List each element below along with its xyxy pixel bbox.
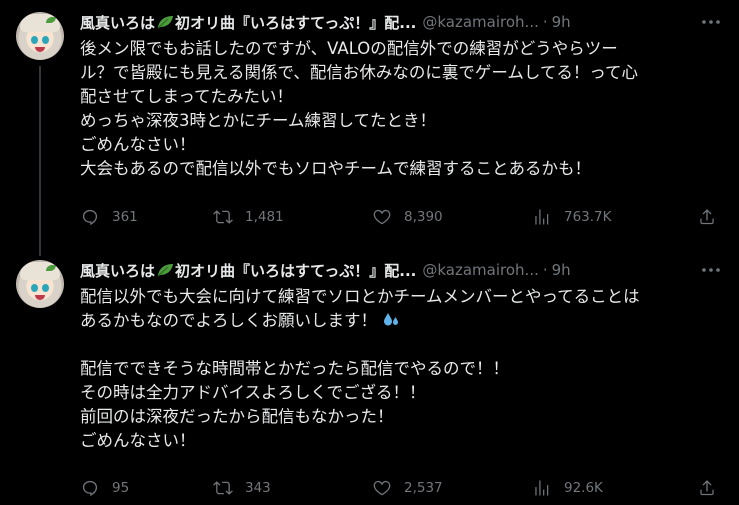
leaf-icon — [157, 16, 174, 29]
retweet-icon — [213, 210, 233, 224]
reply-icon — [82, 209, 98, 226]
display-name-suffix[interactable]: 初オリ曲『いろはすてっぷ！』配... — [175, 260, 416, 281]
avatar[interactable] — [16, 260, 64, 308]
share-icon — [700, 209, 714, 225]
separator-dot: · — [542, 261, 548, 279]
reply-button[interactable]: 361 — [80, 206, 138, 228]
like-button[interactable]: 8,390 — [372, 206, 443, 228]
timestamp[interactable]: 9h — [552, 261, 571, 279]
display-name[interactable]: 風真いろは — [80, 260, 155, 281]
retweet-button[interactable]: 343 — [213, 477, 271, 499]
tweet-text: 配信以外でも大会に向けて練習でソロとかチームメンバーとやってることは あるかもな… — [80, 285, 720, 453]
views-button[interactable]: 763.7K — [532, 206, 612, 228]
display-name[interactable]: 風真いろは — [80, 12, 155, 33]
tweet-header: 風真いろは 初オリ曲『いろはすてっぷ！』配... @kazamairoh... … — [80, 12, 720, 32]
share-icon — [700, 480, 714, 496]
views-chart-icon — [535, 480, 549, 496]
retweet-icon — [213, 481, 233, 495]
sweat-droplets-icon — [384, 313, 399, 326]
views-count: 92.6K — [564, 480, 603, 496]
retweet-count: 343 — [245, 480, 271, 496]
user-handle[interactable]: @kazamairoh... — [422, 13, 538, 31]
like-button[interactable]: 2,537 — [372, 477, 443, 499]
reply-button[interactable]: 95 — [80, 477, 129, 499]
leaf-icon — [157, 264, 174, 277]
avatar[interactable] — [16, 12, 64, 60]
retweet-button[interactable]: 1,481 — [213, 206, 284, 228]
like-count: 2,537 — [404, 480, 443, 496]
tweet[interactable]: 風真いろは 初オリ曲『いろはすてっぷ！』配... @kazamairoh... … — [0, 248, 739, 505]
thread-connector-line — [39, 66, 41, 256]
views-button[interactable]: 92.6K — [532, 477, 603, 499]
like-count: 8,390 — [404, 209, 443, 225]
tweet-actions: 95 343 2,537 92.6K — [80, 477, 725, 499]
reply-icon — [82, 480, 98, 497]
share-button[interactable] — [697, 206, 717, 228]
reply-count: 361 — [112, 209, 138, 225]
tweet-actions: 361 1,481 8,390 763.7K — [80, 206, 725, 228]
separator-dot: · — [542, 13, 548, 31]
share-button[interactable] — [697, 477, 717, 499]
timestamp[interactable]: 9h — [552, 13, 571, 31]
tweet[interactable]: 風真いろは 初オリ曲『いろはすてっぷ！』配... @kazamairoh... … — [0, 0, 739, 256]
views-chart-icon — [535, 209, 549, 225]
more-options-icon[interactable] — [699, 10, 723, 34]
display-name-suffix[interactable]: 初オリ曲『いろはすてっぷ！』配... — [175, 12, 416, 33]
tweet-text: 後メン限でもお話したのですが、VALOの配信外での練習がどうやらツー ル？で皆殿… — [80, 37, 720, 181]
heart-icon — [373, 209, 391, 225]
retweet-count: 1,481 — [245, 209, 284, 225]
views-count: 763.7K — [564, 209, 612, 225]
heart-icon — [373, 480, 391, 496]
tweet-text-main: 後メン限でもお話したのですが、VALOの配信外での練習がどうやらツー ル？で皆殿… — [80, 39, 639, 178]
tweet-header: 風真いろは 初オリ曲『いろはすてっぷ！』配... @kazamairoh... … — [80, 260, 720, 280]
user-handle[interactable]: @kazamairoh... — [422, 261, 538, 279]
reply-count: 95 — [112, 480, 130, 496]
tweet-text-main: 配信以外でも大会に向けて練習でソロとかチームメンバーとやってることは あるかもな… — [80, 287, 640, 330]
more-options-icon[interactable] — [699, 258, 723, 282]
tweet-text-continued: 配信でできそうな時間帯とかだったら配信でやるので！！ その時は全力アドバイスよろ… — [80, 359, 509, 450]
